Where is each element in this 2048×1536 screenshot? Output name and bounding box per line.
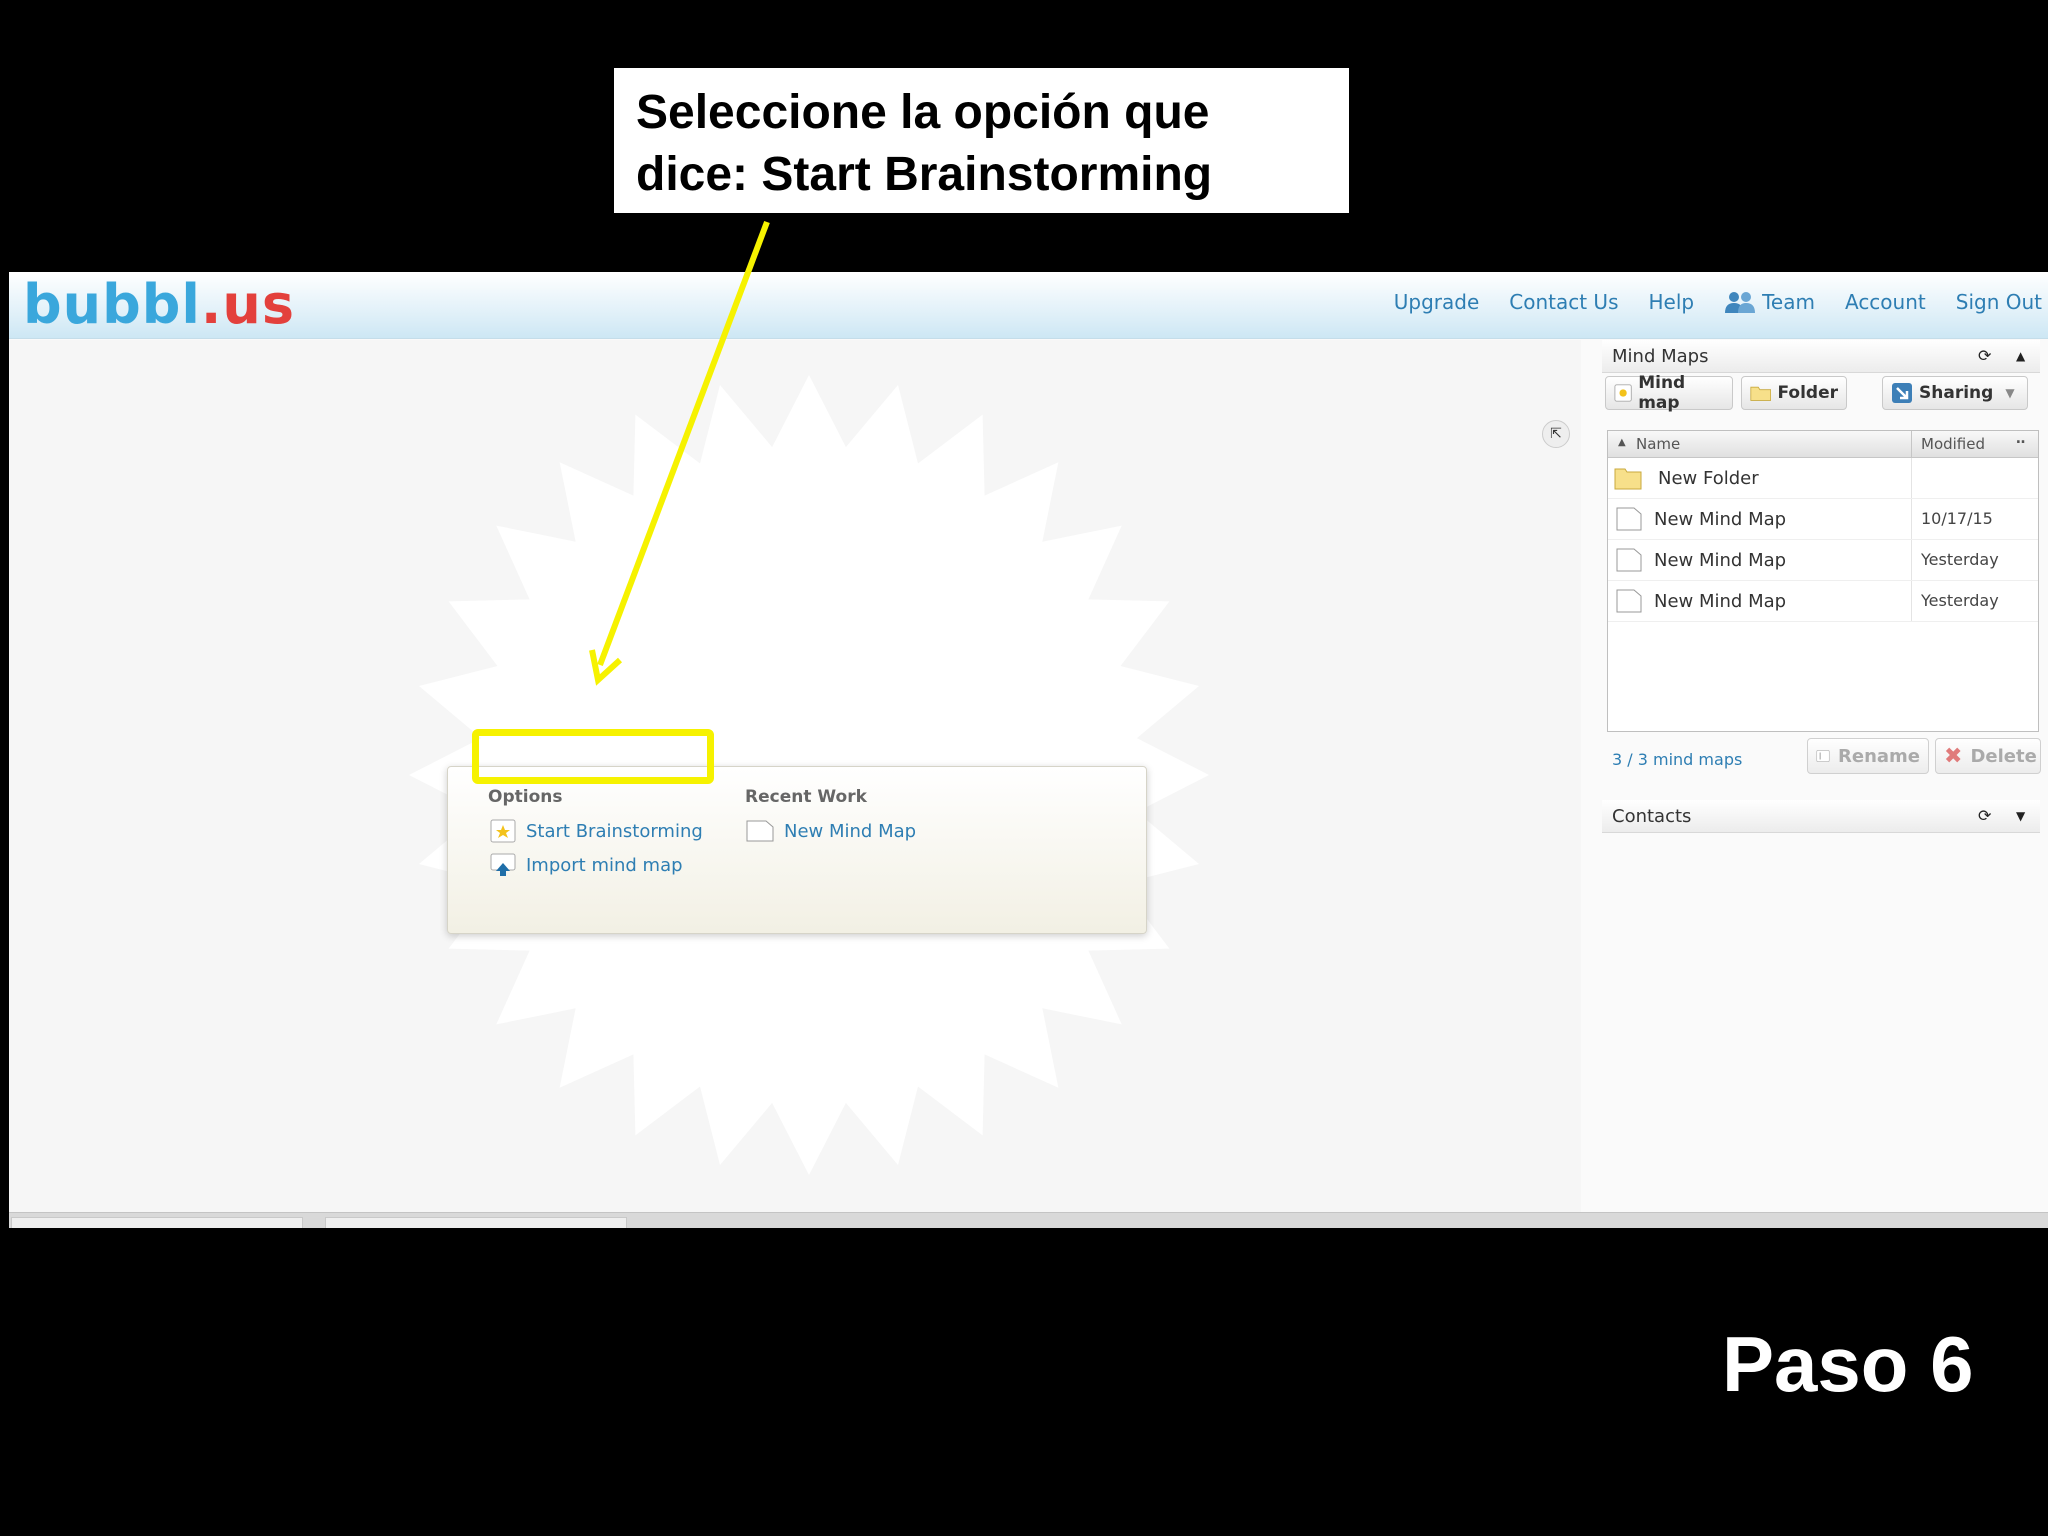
sharing-button[interactable]: Sharing ▼ xyxy=(1882,376,2028,410)
mind-maps-panel-header: Mind Maps ⟳ ▲ xyxy=(1602,340,2040,373)
start-dialog: Options Recent Work Start Brainstorming … xyxy=(447,766,1147,934)
logo-part-2: .us xyxy=(200,273,296,336)
nav-upgrade[interactable]: Upgrade xyxy=(1394,290,1480,314)
rename-icon xyxy=(1816,750,1830,762)
bottom-status-bar xyxy=(9,1212,2048,1228)
folder-icon xyxy=(1614,468,1642,490)
nav-team[interactable]: Team xyxy=(1724,290,1815,314)
recent-work-heading: Recent Work xyxy=(745,787,867,807)
refresh-icon[interactable]: ⟳ xyxy=(1978,346,1991,365)
document-icon xyxy=(1616,548,1642,572)
table-row[interactable]: New Mind Map Yesterday xyxy=(1608,540,2038,581)
delete-icon: ✖ xyxy=(1944,743,1963,769)
mind-maps-title: Mind Maps xyxy=(1612,346,1709,367)
sort-asc-icon: ▲ xyxy=(1618,437,1626,448)
chevron-down-icon[interactable]: ▼ xyxy=(2016,809,2025,823)
contacts-panel-header: Contacts ⟳ ▼ xyxy=(1602,800,2040,833)
nav-contact-us[interactable]: Contact Us xyxy=(1509,290,1618,314)
row-name: New Mind Map xyxy=(1654,591,1787,612)
contacts-title: Contacts xyxy=(1612,806,1692,827)
column-menu-icon[interactable]: ‥ xyxy=(2016,431,2025,447)
new-folder-button[interactable]: Folder xyxy=(1741,376,1847,410)
nav-sign-out[interactable]: Sign Out xyxy=(1956,290,2042,314)
column-name[interactable]: Name xyxy=(1636,435,1680,453)
step-label: Paso 6 xyxy=(1722,1320,1974,1408)
share-icon xyxy=(1892,383,1912,403)
team-icon xyxy=(1725,292,1756,313)
table-row[interactable]: New Folder xyxy=(1608,458,2038,499)
column-modified[interactable]: Modified xyxy=(1921,435,1985,453)
table-header: ▲ Name Modified ‥ xyxy=(1608,431,2038,458)
options-heading: Options xyxy=(488,787,563,807)
mind-map-count[interactable]: 3 / 3 mind maps xyxy=(1612,750,1742,769)
rename-label: Rename xyxy=(1838,745,1920,767)
instruction-callout: Seleccione la opción que dice: Start Bra… xyxy=(614,68,1349,213)
document-icon xyxy=(1616,589,1642,613)
row-modified: 10/17/15 xyxy=(1921,509,1993,528)
table-row[interactable]: New Mind Map Yesterday xyxy=(1608,581,2038,622)
app-window: bubbl.us Upgrade Contact Us Help Team Ac… xyxy=(9,272,2048,1228)
sharing-label: Sharing xyxy=(1919,383,1994,403)
top-nav: Upgrade Contact Us Help Team Account Sig… xyxy=(1394,290,2042,314)
chevron-up-icon[interactable]: ▲ xyxy=(2016,349,2025,363)
mind-maps-table: ▲ Name Modified ‥ New Folder New Mind Ma… xyxy=(1607,430,2039,732)
logo-part-1: bubbl xyxy=(23,273,201,336)
bubblus-logo[interactable]: bubbl.us xyxy=(23,275,295,335)
nav-help[interactable]: Help xyxy=(1649,290,1695,314)
workspace-canvas[interactable]: ⇱ Options Recent Work Start Brainstormin… xyxy=(9,340,1581,1212)
new-map-icon xyxy=(1614,384,1632,402)
document-icon xyxy=(746,820,774,842)
row-name: New Mind Map xyxy=(1654,550,1787,571)
nav-account[interactable]: Account xyxy=(1845,290,1926,314)
row-modified: Yesterday xyxy=(1921,591,1999,610)
document-icon xyxy=(1616,507,1642,531)
new-mind-map-label: Mind map xyxy=(1638,373,1686,413)
import-mind-map-label: Import mind map xyxy=(526,854,683,876)
new-mind-map-button[interactable]: Mind map xyxy=(1605,373,1733,413)
import-icon xyxy=(490,853,516,876)
row-divider xyxy=(1911,499,1912,539)
row-divider xyxy=(1911,540,1912,580)
highlight-box xyxy=(472,729,714,784)
bottom-tab[interactable] xyxy=(11,1217,303,1228)
row-name: New Folder xyxy=(1658,468,1759,489)
start-brainstorming-label: Start Brainstorming xyxy=(526,820,703,842)
chevron-down-icon[interactable]: ▼ xyxy=(2005,386,2014,400)
column-divider xyxy=(1911,431,1912,457)
row-modified: Yesterday xyxy=(1921,550,1999,569)
new-map-icon xyxy=(490,819,516,843)
delete-button[interactable]: ✖ Delete xyxy=(1935,738,2041,774)
top-bar: bubbl.us Upgrade Contact Us Help Team Ac… xyxy=(9,272,2048,339)
sidebar: Mind Maps ⟳ ▲ Mind map Folder Sharing ▼ xyxy=(1590,340,2048,1212)
row-divider xyxy=(1911,581,1912,621)
delete-label: Delete xyxy=(1970,745,2037,767)
collapse-icon[interactable]: ⇱ xyxy=(1542,420,1570,448)
row-name: New Mind Map xyxy=(1654,509,1787,530)
folder-icon xyxy=(1750,386,1772,401)
instruction-line-2: dice: Start Brainstorming xyxy=(636,148,1213,201)
instruction-line-1: Seleccione la opción que xyxy=(636,86,1210,139)
rename-button[interactable]: Rename xyxy=(1807,738,1929,774)
new-folder-label: Folder xyxy=(1777,383,1838,403)
recent-item-label: New Mind Map xyxy=(784,820,917,842)
import-mind-map-link[interactable]: Import mind map xyxy=(490,853,683,877)
bottom-tab[interactable] xyxy=(325,1217,627,1228)
nav-team-label: Team xyxy=(1762,290,1815,314)
refresh-icon[interactable]: ⟳ xyxy=(1978,806,1991,825)
start-brainstorming-link[interactable]: Start Brainstorming xyxy=(490,819,703,843)
recent-item-link[interactable]: New Mind Map xyxy=(746,819,916,843)
table-row[interactable]: New Mind Map 10/17/15 xyxy=(1608,499,2038,540)
row-divider xyxy=(1911,458,1912,498)
